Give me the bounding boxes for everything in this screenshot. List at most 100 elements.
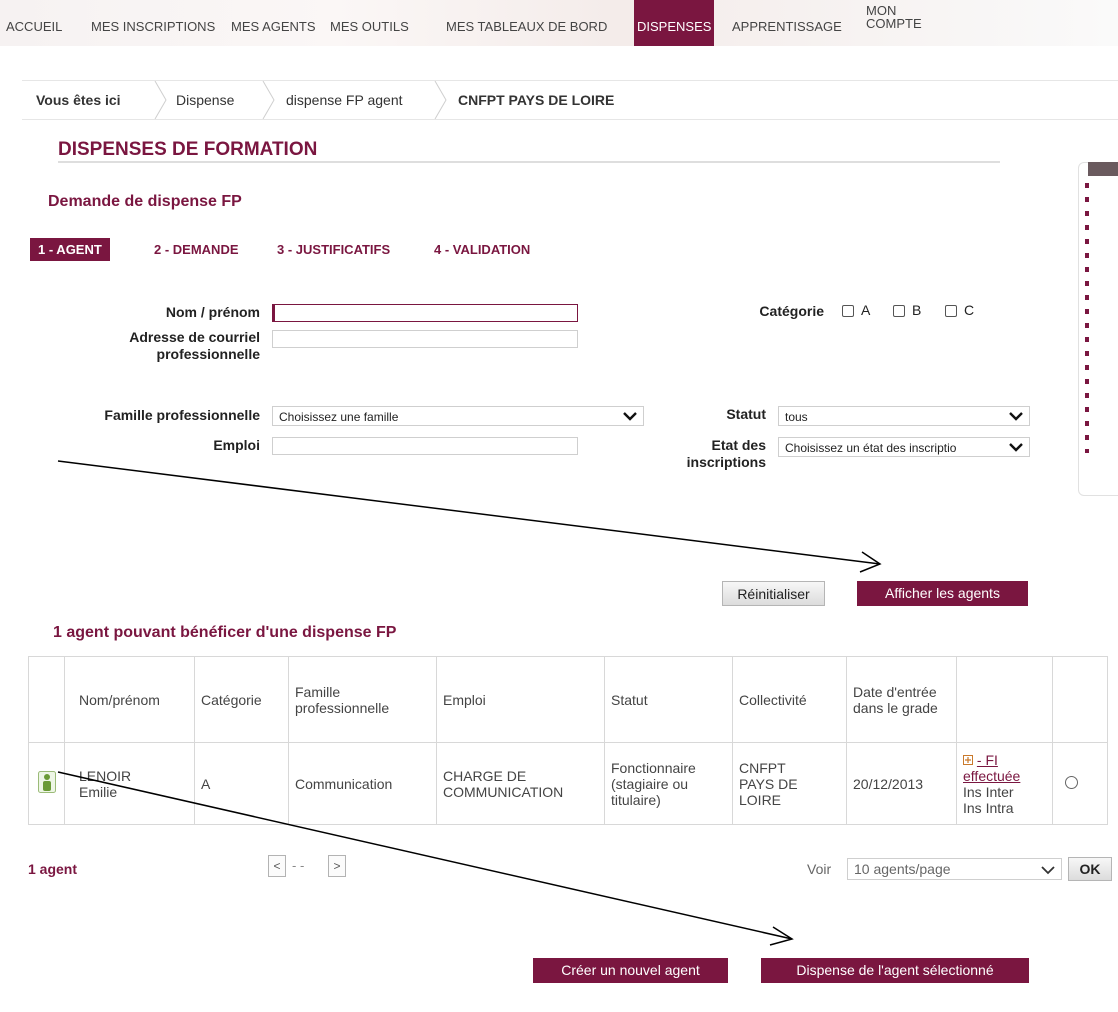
agent-nom: LENOIR — [79, 767, 132, 784]
agent-formation-cell: - FI effectuée Ins Inter Ins Intra — [956, 742, 1053, 825]
step-validation[interactable]: 4 - VALIDATION — [434, 242, 530, 257]
column-header-inscriptions — [956, 656, 1053, 743]
show-agents-button[interactable]: Afficher les agents — [857, 581, 1028, 606]
categorie-c-checkbox[interactable] — [945, 305, 957, 317]
per-page-select[interactable]: 10 agents/page — [847, 858, 1062, 880]
emploi-label: Emploi — [213, 437, 260, 453]
column-header-categorie[interactable]: Catégorie — [194, 656, 289, 743]
ins-intra-text: Ins Intra — [963, 799, 1014, 816]
etat-inscriptions-select[interactable]: Choisissez un état des inscriptio — [778, 437, 1030, 457]
agent-select-radio[interactable] — [1065, 775, 1078, 789]
side-panel-header — [1088, 162, 1118, 176]
arrow-to-show-agents-icon — [57, 460, 882, 573]
nom-prenom-input[interactable] — [272, 304, 578, 322]
nav-item-apprentissage[interactable]: APPRENTISSAGE — [732, 19, 842, 34]
nav-item-mes-tableaux-de-bord[interactable]: MES TABLEAUX DE BORD — [446, 19, 607, 34]
breadcrumb-separator-icon — [262, 81, 275, 119]
chevron-down-icon — [623, 412, 637, 421]
page-title: DISPENSES DE FORMATION — [58, 139, 318, 160]
agent-emploi-line2: COMMUNICATION — [443, 783, 564, 800]
courriel-label-line2: professionnelle — [156, 346, 260, 362]
statut-select-value: tous — [785, 410, 808, 424]
ins-inter-text: Ins Inter — [963, 783, 1014, 800]
agent-collectivite-line2: PAYS DE — [739, 775, 798, 792]
breadcrumb-item-dispense[interactable]: Dispense — [176, 92, 234, 108]
nav-item-mon-compte-line2: COMPTE — [866, 16, 922, 31]
agent-date: 20/12/2013 — [846, 742, 957, 825]
courriel-label: Adresse de courriel professionnelle — [60, 329, 260, 363]
agent-statut-line2: (stagiaire ou — [611, 775, 689, 792]
nav-item-mon-compte[interactable]: MON COMPTE — [866, 4, 922, 30]
nav-item-mes-inscriptions[interactable]: MES INSCRIPTIONS — [91, 19, 215, 34]
categorie-b-checkbox[interactable] — [893, 305, 905, 317]
step-justificatifs[interactable]: 3 - JUSTIFICATIFS — [277, 242, 390, 257]
next-page-button[interactable]: > — [328, 855, 346, 877]
column-header-statut[interactable]: Statut — [604, 656, 733, 743]
agent-select-cell — [1052, 742, 1108, 825]
categorie-a-checkbox[interactable] — [842, 305, 854, 317]
fi-link-label[interactable]: - FI — [977, 752, 998, 768]
nom-label: Nom / prénom — [165, 304, 260, 320]
statut-select[interactable]: tous — [778, 406, 1030, 426]
nav-item-mes-agents[interactable]: MES AGENTS — [231, 19, 316, 34]
chevron-down-icon — [1041, 866, 1055, 875]
ok-button[interactable]: OK — [1068, 857, 1112, 881]
agent-count: 1 agent — [28, 861, 78, 877]
breadcrumb-item-dispense-fp-agent[interactable]: dispense FP agent — [286, 92, 403, 108]
etat-label: Etat des inscriptions — [640, 437, 766, 471]
step-agent[interactable]: 1 - AGENT — [30, 238, 110, 261]
column-header-famille[interactable]: Famille professionnelle — [288, 656, 437, 743]
courriel-label-line1: Adresse de courriel — [129, 329, 260, 345]
breadcrumb-separator-icon — [154, 81, 167, 119]
agent-statut-cell: Fonctionnaire (stagiaire ou titulaire) — [604, 742, 733, 825]
breadcrumb-intro: Vous êtes ici — [36, 92, 121, 108]
side-info-panel — [1078, 162, 1118, 496]
etat-label-line2: inscriptions — [686, 454, 766, 470]
reset-button[interactable]: Réinitialiser — [722, 581, 825, 606]
column-header-collectivite[interactable]: Collectivité — [732, 656, 847, 743]
page-subtitle: Demande de dispense FP — [48, 193, 242, 210]
agent-prenom: Emilie — [79, 783, 118, 800]
nav-item-accueil[interactable]: ACCUEIL — [6, 19, 62, 34]
courriel-input[interactable] — [272, 330, 578, 348]
agent-collectivite-line3: LOIRE — [739, 791, 782, 808]
nav-item-dispenses[interactable]: DISPENSES — [634, 0, 715, 46]
results-title: 1 agent pouvant bénéficer d'une dispense… — [53, 624, 397, 641]
fi-effectuee-link[interactable]: effectuée — [963, 768, 1046, 784]
agent-person-icon — [37, 771, 56, 793]
column-header-emploi[interactable]: Emploi — [436, 656, 605, 743]
breadcrumb: Vous êtes ici Dispense dispense FP agent… — [22, 80, 1118, 120]
chevron-down-icon — [1009, 441, 1023, 453]
column-header-date[interactable]: Date d'entrée dans le grade — [846, 656, 957, 743]
emploi-input[interactable] — [272, 437, 578, 455]
categorie-label: Catégorie — [759, 303, 824, 319]
statut-label: Statut — [726, 406, 766, 422]
agent-statut-line1: Fonctionnaire — [611, 759, 696, 776]
expand-plus-icon[interactable] — [963, 754, 973, 765]
agent-icon-cell — [28, 742, 65, 825]
column-header-icon — [28, 656, 65, 743]
famille-select[interactable]: Choisissez une famille — [272, 406, 644, 426]
create-agent-button[interactable]: Créer un nouvel agent — [533, 958, 728, 983]
table-row: LENOIR Emilie A Communication CHARGE DE … — [28, 742, 1108, 825]
etat-select-value: Choisissez un état des inscriptio — [785, 441, 957, 455]
previous-page-button[interactable]: < — [268, 855, 286, 877]
column-header-select — [1052, 656, 1108, 743]
chevron-down-icon — [1009, 412, 1023, 421]
table-header-row: Nom/prénom Catégorie Famille professionn… — [28, 656, 1108, 743]
dispense-selected-agent-button[interactable]: Dispense de l'agent sélectionné — [761, 958, 1029, 983]
side-panel-text-edge — [1085, 183, 1089, 453]
page-indicator: - - — [292, 858, 305, 873]
title-divider — [58, 161, 1000, 163]
column-header-nom[interactable]: Nom/prénom — [64, 656, 195, 743]
categorie-b-label: B — [912, 302, 922, 318]
fi-link[interactable]: - FI — [963, 752, 1046, 768]
agent-emploi-cell: CHARGE DE COMMUNICATION — [436, 742, 605, 825]
breadcrumb-item-current: CNFPT PAYS DE LOIRE — [458, 92, 615, 108]
agent-name-cell: LENOIR Emilie — [64, 742, 195, 825]
step-demande[interactable]: 2 - DEMANDE — [154, 242, 239, 257]
agent-famille: Communication — [288, 742, 437, 825]
famille-select-value: Choisissez une famille — [279, 410, 399, 424]
nav-item-mes-outils[interactable]: MES OUTILS — [330, 19, 409, 34]
agent-emploi-line1: CHARGE DE — [443, 767, 527, 784]
